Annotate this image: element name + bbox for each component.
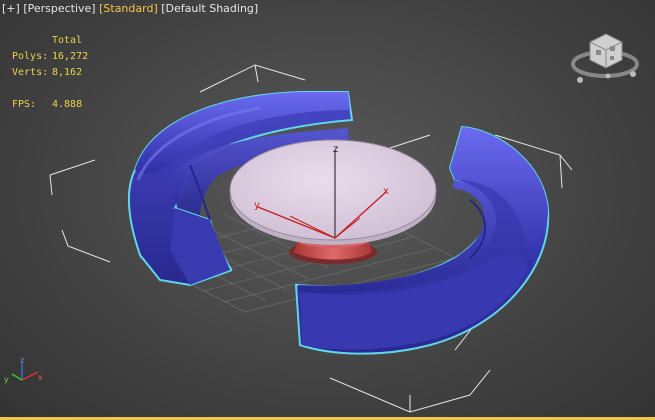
stats-header: Total	[52, 35, 83, 46]
viewport-view-menu[interactable]: [Perspective]	[23, 2, 95, 15]
viewport-mode-menu[interactable]: [Standard]	[99, 2, 158, 15]
verts-value: 8,162	[52, 67, 83, 78]
fps-value: 4.888	[52, 99, 83, 110]
polys-label: Polys:	[12, 51, 49, 62]
fps-label: FPS:	[12, 99, 37, 110]
tripod-y-label: y	[4, 375, 9, 384]
gizmo-z-label: z	[333, 144, 338, 155]
viewport-label-menu: [+] [Perspective] [Standard] [Default Sh…	[2, 2, 258, 15]
axis-tripod-icon: z x y	[4, 356, 43, 384]
viewport-plus-menu[interactable]: [+]	[2, 2, 20, 15]
viewport-shading-menu[interactable]: [Default Shading]	[161, 2, 258, 15]
polys-value: 16,272	[52, 51, 89, 62]
perspective-viewport[interactable]: z x y z x y [+] [Perspective] [Standard]…	[0, 0, 655, 420]
tripod-z-label: z	[20, 356, 24, 365]
verts-label: Verts:	[12, 67, 49, 78]
gizmo-y-label: y	[254, 200, 260, 211]
statistics-overlay: Total Polys: 16,272 Verts: 8,162 FPS: 4.…	[12, 33, 88, 113]
tripod-x-label: x	[38, 373, 43, 382]
scene-canvas[interactable]: z x y z x y	[0, 0, 655, 420]
gizmo-x-label: x	[383, 186, 389, 197]
viewcube-icon[interactable]	[571, 33, 639, 83]
table-top[interactable]	[229, 139, 437, 245]
